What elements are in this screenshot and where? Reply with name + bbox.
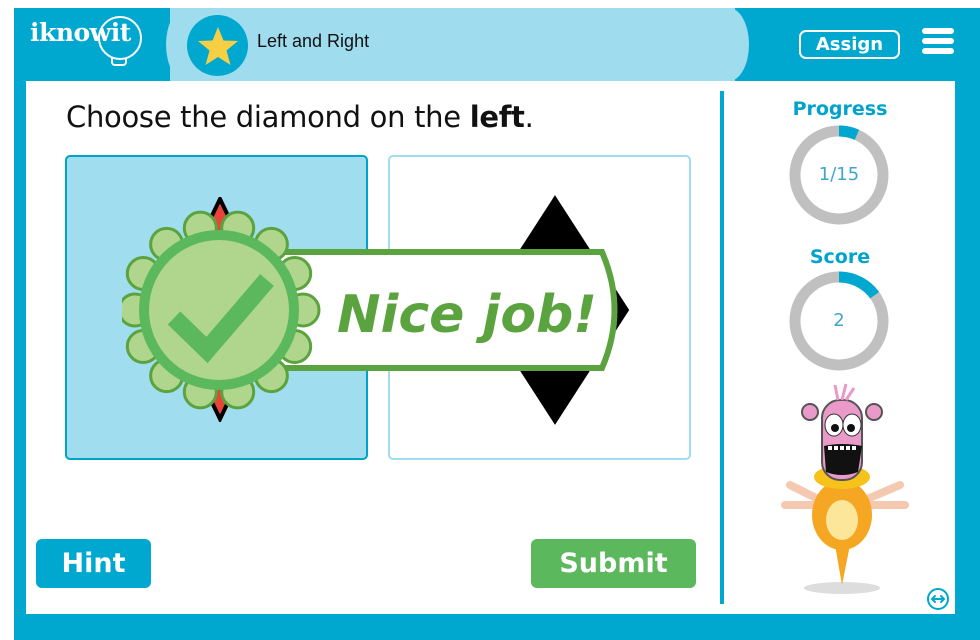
lesson-header-bar: [166, 8, 749, 81]
question-emphasis: left: [469, 100, 525, 134]
sidebar-divider: [720, 91, 724, 604]
lesson-icon: [187, 15, 248, 76]
progress-label: Progress: [792, 98, 888, 120]
progress-value: 1/15: [818, 164, 860, 185]
star-icon: [197, 26, 238, 65]
score-label: Score: [809, 246, 871, 268]
monster-mascot: [781, 383, 909, 594]
check-badge-icon: [122, 210, 321, 410]
question-prefix: Choose the diamond on the: [66, 100, 470, 134]
question-suffix: .: [524, 100, 534, 134]
feedback-banner: Nice job!: [122, 210, 618, 410]
submit-button[interactable]: Submit: [531, 539, 696, 588]
lightbulb-base: [111, 58, 127, 66]
question-text: Choose the diamond on the left.: [66, 100, 534, 134]
assign-button[interactable]: Assign: [799, 30, 900, 59]
expand-arrows-icon[interactable]: [926, 587, 950, 611]
score-value: 2: [833, 310, 845, 331]
hamburger-menu-icon[interactable]: [922, 28, 954, 54]
feedback-message: Nice job!: [337, 285, 597, 345]
lesson-title: Left and Right: [257, 31, 370, 51]
lightbulb-icon: [98, 16, 142, 60]
hint-button[interactable]: Hint: [36, 539, 151, 588]
